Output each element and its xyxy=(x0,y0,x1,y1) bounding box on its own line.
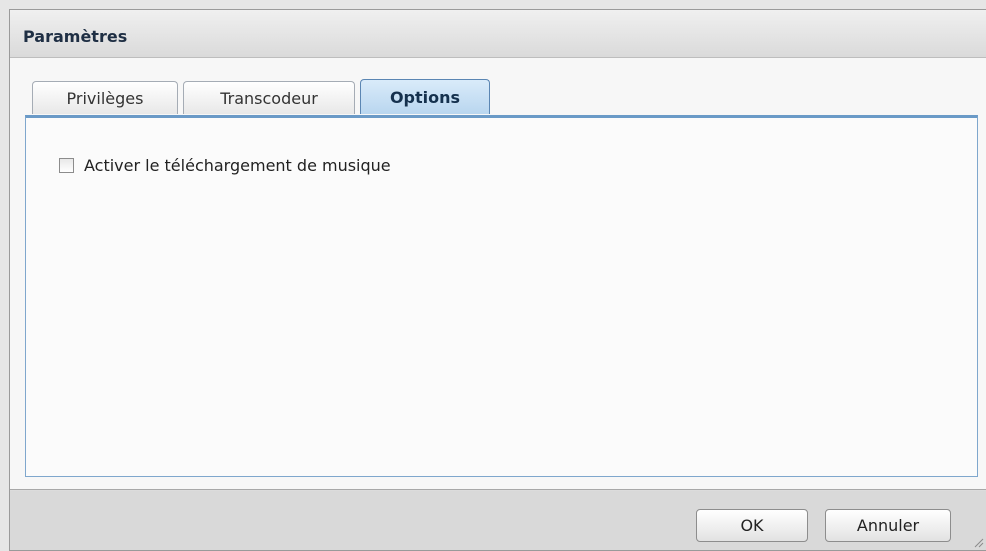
ok-button[interactable]: OK xyxy=(696,509,808,542)
cancel-button[interactable]: Annuler xyxy=(825,509,951,542)
dialog-footer: OK Annuler xyxy=(10,491,986,550)
music-download-label[interactable]: Activer le téléchargement de musique xyxy=(84,156,391,175)
tab-privileges[interactable]: Privilèges xyxy=(32,81,178,114)
unchecked-checkbox-icon[interactable] xyxy=(59,158,74,173)
options-panel: Activer le téléchargement de musique xyxy=(25,115,978,477)
tab-bar: Privilèges Transcodeur Options xyxy=(32,69,495,114)
dialog-content: Privilèges Transcodeur Options Activer l… xyxy=(10,58,986,490)
tab-options[interactable]: Options xyxy=(360,79,490,114)
settings-dialog: Paramètres Privilèges Transcodeur Option… xyxy=(9,9,986,551)
dialog-title: Paramètres xyxy=(23,27,128,46)
tab-transcoder[interactable]: Transcodeur xyxy=(183,81,355,114)
music-download-option[interactable]: Activer le téléchargement de musique xyxy=(59,156,391,175)
resize-grip-icon[interactable] xyxy=(972,536,984,548)
dialog-titlebar[interactable]: Paramètres xyxy=(10,10,986,58)
